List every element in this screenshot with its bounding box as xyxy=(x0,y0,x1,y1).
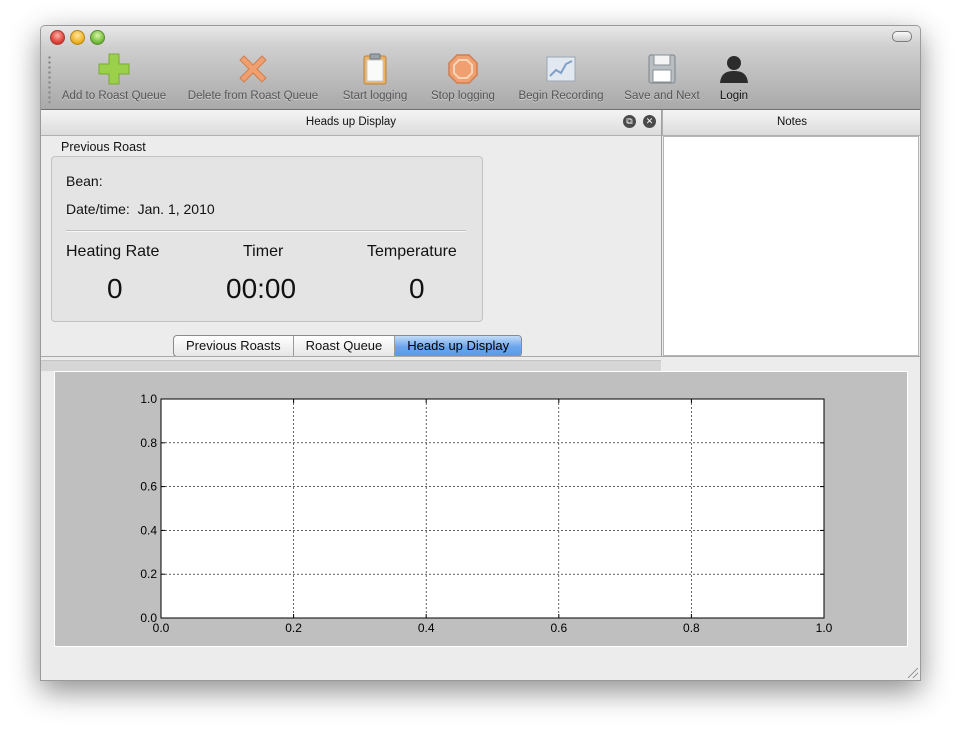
start-logging-button[interactable]: Start logging xyxy=(335,49,415,107)
y-tick-label: 0.6 xyxy=(140,480,157,494)
split-divider[interactable] xyxy=(41,356,920,357)
clipboard-icon xyxy=(363,53,387,85)
add-to-roast-queue-button[interactable]: Add to Roast Queue xyxy=(55,49,173,107)
tab-roast-queue[interactable]: Roast Queue xyxy=(294,336,396,356)
stop-icon xyxy=(448,54,478,84)
date-row: Date/time: Jan. 1, 2010 xyxy=(66,201,215,217)
previous-roast-group: Bean: Date/time: Jan. 1, 2010 Heating Ra… xyxy=(51,156,483,322)
main-window: Add to Roast Queue Delete from Roast Que… xyxy=(40,25,921,681)
x-tick-label: 0.6 xyxy=(550,621,567,635)
toolbar-grip xyxy=(47,55,52,103)
toolbar-label: Save and Next xyxy=(624,90,700,102)
x-tick-label: 0.8 xyxy=(683,621,700,635)
hud-panel-title: Heads up Display xyxy=(305,116,397,128)
tab-previous-roasts[interactable]: Previous Roasts xyxy=(174,336,294,356)
toolbar-toggle-button[interactable] xyxy=(892,31,912,42)
divider xyxy=(66,230,466,232)
hud-panel-header: Heads up Display ⧉ ✕ xyxy=(41,110,661,136)
plot-area xyxy=(161,399,824,618)
notes-textarea[interactable] xyxy=(663,136,919,356)
window-resize-handle[interactable] xyxy=(908,668,918,678)
tab-heads-up-display[interactable]: Heads up Display xyxy=(395,336,522,356)
group-title: Previous Roast xyxy=(61,140,146,154)
y-tick-label: 0.8 xyxy=(140,436,157,450)
toolbar-label: Start logging xyxy=(342,90,408,102)
chart-icon xyxy=(546,56,576,82)
login-button[interactable]: Login xyxy=(709,49,759,107)
heating-rate-value: 0 xyxy=(107,273,123,304)
x-icon xyxy=(239,55,267,83)
panel-divider[interactable] xyxy=(661,110,662,356)
bean-row: Bean: xyxy=(66,173,103,189)
hud-panel: Previous Roast Bean: Date/time: Jan. 1, … xyxy=(41,136,661,371)
heating-rate-label: Heating Rate xyxy=(66,243,160,260)
panel-tabs: Previous Roasts Roast Queue Heads up Dis… xyxy=(173,335,523,357)
delete-from-roast-queue-button[interactable]: Delete from Roast Queue xyxy=(181,49,325,107)
title-bar xyxy=(41,26,920,47)
stop-logging-button[interactable]: Stop logging xyxy=(423,49,503,107)
zoom-window-button[interactable] xyxy=(90,30,105,45)
temperature-value: 0 xyxy=(409,273,425,304)
toolbar-label: Login xyxy=(719,90,749,102)
bean-label: Bean: xyxy=(66,173,103,189)
toolbar-label: Stop logging xyxy=(431,90,495,102)
minimize-window-button[interactable] xyxy=(70,30,85,45)
date-value: Jan. 1, 2010 xyxy=(137,201,215,217)
timer-value: 00:00 xyxy=(226,273,297,304)
close-window-button[interactable] xyxy=(50,30,65,45)
plot-canvas: 0.0 0.2 0.4 0.6 0.8 1.0 0.0 0.2 0.4 0.6 0.8 1.0 xyxy=(54,371,908,647)
float-panel-icon[interactable]: ⧉ xyxy=(623,115,636,128)
date-label: Date/time: xyxy=(66,201,130,217)
y-tick-label: 1.0 xyxy=(140,392,157,406)
y-tick-label: 0.0 xyxy=(140,611,157,625)
tab-strip xyxy=(41,360,661,371)
y-tick-label: 0.2 xyxy=(140,567,157,581)
notes-panel-title: Notes xyxy=(776,116,808,128)
x-tick-label: 0.2 xyxy=(285,621,302,635)
temperature-label: Temperature xyxy=(367,243,457,260)
x-tick-label: 0.4 xyxy=(418,621,435,635)
toolbar: Add to Roast Queue Delete from Roast Que… xyxy=(41,47,920,110)
toolbar-label: Add to Roast Queue xyxy=(61,90,167,102)
toolbar-label: Begin Recording xyxy=(518,90,604,102)
begin-recording-button[interactable]: Begin Recording xyxy=(515,49,607,107)
y-tick-label: 0.4 xyxy=(140,523,157,537)
user-icon xyxy=(720,56,748,83)
timer-label: Timer xyxy=(243,243,284,260)
plus-icon xyxy=(98,53,130,85)
toolbar-label: Delete from Roast Queue xyxy=(187,90,319,102)
notes-panel-header: Notes xyxy=(662,110,920,136)
floppy-disk-icon xyxy=(648,54,676,84)
close-panel-icon[interactable]: ✕ xyxy=(643,115,656,128)
save-and-next-button[interactable]: Save and Next xyxy=(619,49,705,107)
x-tick-label: 1.0 xyxy=(816,621,833,635)
plot-svg: 0.0 0.2 0.4 0.6 0.8 1.00.00.20.40.60.81.0 xyxy=(140,392,833,635)
